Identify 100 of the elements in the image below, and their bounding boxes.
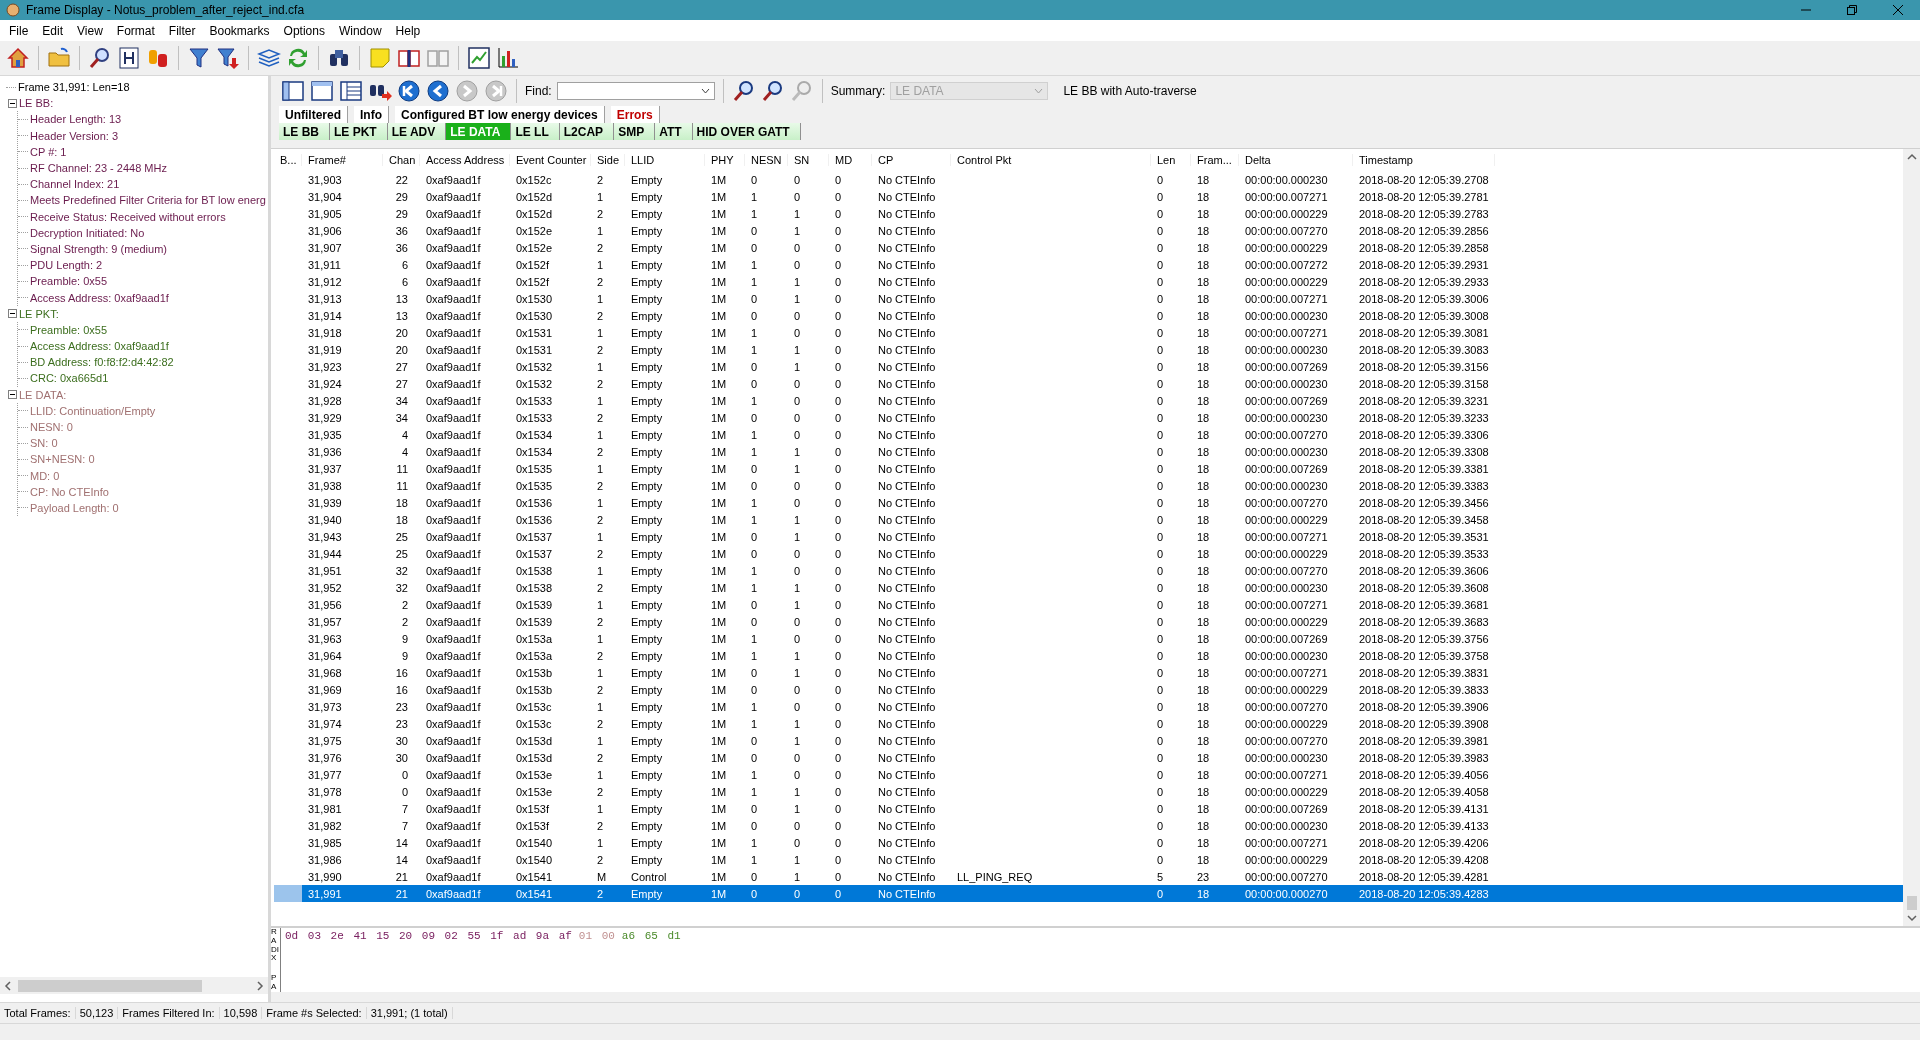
- table-row[interactable]: 31,986 14 0xaf9aad1f 0x1540 2 Empty 1M 1 1 0 No CTEInfo 0 18 00:00:00.000229 2018-08-20 12:05:39.4208: [274, 851, 1903, 868]
- table-row[interactable]: 31,977 0 0xaf9aad1f 0x153e 1 Empty 1M 1 0 0 No CTEInfo 0 18 00:00:00.007271 2018-08-20 12:05:39.4056: [274, 766, 1903, 783]
- tree-item[interactable]: Decryption Initiated: No: [30, 226, 145, 239]
- column-header[interactable]: NESN: [745, 154, 788, 166]
- filter-tab[interactable]: Errors: [610, 106, 660, 123]
- table-row[interactable]: 31,938 11 0xaf9aad1f 0x1535 2 Empty 1M 0 0 0 No CTEInfo 0 18 00:00:00.000230 2018-08-20 12:05:39.3383: [274, 477, 1903, 494]
- column-header[interactable]: Delta: [1239, 154, 1353, 166]
- menu-item[interactable]: Format: [109, 23, 162, 38]
- table-row[interactable]: 31,912 6 0xaf9aad1f 0x152f 2 Empty 1M 1 1 0 No CTEInfo 0 18 00:00:00.000229 2018-08-20 12:05:39.2933: [274, 273, 1903, 290]
- table-row[interactable]: 31,929 34 0xaf9aad1f 0x1533 2 Empty 1M 0 0 0 No CTEInfo 0 18 00:00:00.000230 2018-08-20 12:05:39.3233: [274, 409, 1903, 426]
- tree-item[interactable]: LE PKT:: [19, 307, 59, 320]
- table-row[interactable]: 31,924 27 0xaf9aad1f 0x1532 2 Empty 1M 0 0 0 No CTEInfo 0 18 00:00:00.000230 2018-08-20 12:05:39.3158: [274, 375, 1903, 392]
- table-row[interactable]: 31,936 4 0xaf9aad1f 0x1534 2 Empty 1M 1 1 0 No CTEInfo 0 18 00:00:00.000230 2018-08-20 12:05:39.3308: [274, 443, 1903, 460]
- table-row[interactable]: 31,928 34 0xaf9aad1f 0x1533 1 Empty 1M 1 0 0 No CTEInfo 0 18 00:00:00.007269 2018-08-20 12:05:39.3231: [274, 392, 1903, 409]
- table-row[interactable]: 31,963 9 0xaf9aad1f 0x153a 1 Empty 1M 1 0 0 No CTEInfo 0 18 00:00:00.007269 2018-08-20 12:05:39.3756: [274, 630, 1903, 647]
- protocol-tab[interactable]: LE ADV: [387, 123, 447, 140]
- table-row[interactable]: 31,905 29 0xaf9aad1f 0x152d 2 Empty 1M 1 1 0 No CTEInfo 0 18 00:00:00.000229 2018-08-20 12:05:39.2783: [274, 205, 1903, 222]
- protocol-tab[interactable]: SMP: [614, 123, 656, 140]
- tree-item[interactable]: Access Address: 0xaf9aad1f: [30, 340, 169, 353]
- table-row[interactable]: 31,913 13 0xaf9aad1f 0x1530 1 Empty 1M 0 1 0 No CTEInfo 0 18 00:00:00.007271 2018-08-20 12:05:39.3006: [274, 290, 1903, 307]
- table-row[interactable]: 31,985 14 0xaf9aad1f 0x1540 1 Empty 1M 1 0 0 No CTEInfo 0 18 00:00:00.007271 2018-08-20 12:05:39.4206: [274, 834, 1903, 851]
- column-header[interactable]: Side: [591, 154, 625, 166]
- tree-item[interactable]: RF Channel: 23 - 2448 MHz: [30, 162, 167, 175]
- house-icon[interactable]: [6, 46, 30, 70]
- filter-tab[interactable]: Configured BT low energy devices: [395, 106, 605, 123]
- column-header[interactable]: Control Pkt: [951, 154, 1151, 166]
- filter-arrow-icon[interactable]: [216, 46, 240, 70]
- caret-icon[interactable]: [700, 88, 710, 94]
- tree-item[interactable]: BD Address: f0:f8:f2:d4:42:82: [30, 356, 174, 369]
- tree-item[interactable]: Header Length: 13: [30, 113, 122, 126]
- column-header[interactable]: Timestamp: [1353, 154, 1495, 166]
- table-row[interactable]: 31,919 20 0xaf9aad1f 0x1531 2 Empty 1M 1 1 0 No CTEInfo 0 18 00:00:00.000230 2018-08-20 12:05:39.3083: [274, 341, 1903, 358]
- folder-icon[interactable]: [47, 46, 71, 70]
- table-row[interactable]: 31,952 32 0xaf9aad1f 0x1538 2 Empty 1M 1 1 0 No CTEInfo 0 18 00:00:00.000230 2018-08-20 12:05:39.3608: [274, 579, 1903, 596]
- table-row[interactable]: 31,951 32 0xaf9aad1f 0x1538 1 Empty 1M 1 0 0 No CTEInfo 0 18 00:00:00.007270 2018-08-20 12:05:39.3606: [274, 562, 1903, 579]
- tree-item[interactable]: Receive Status: Received without errors: [30, 210, 226, 223]
- scrollbar-thumb[interactable]: [18, 979, 202, 992]
- table-row[interactable]: 31,978 0 0xaf9aad1f 0x153e 2 Empty 1M 1 1 0 No CTEInfo 0 18 00:00:00.000229 2018-08-20 12:05:39.4058: [274, 783, 1903, 800]
- tree-item[interactable]: SN+NESN: 0: [30, 453, 95, 466]
- back-icon[interactable]: [426, 79, 450, 103]
- table-row[interactable]: 31,956 2 0xaf9aad1f 0x1539 1 Empty 1M 0 1 0 No CTEInfo 0 18 00:00:00.007271 2018-08-20 12:05:39.3681: [274, 596, 1903, 613]
- filter-tab[interactable]: Unfiltered: [279, 106, 348, 123]
- protocol-tab[interactable]: LE LL: [511, 123, 560, 140]
- close-icon[interactable]: [1892, 4, 1904, 16]
- protocol-tab[interactable]: HID OVER GATT: [692, 123, 801, 140]
- two-pane-icon[interactable]: [281, 79, 305, 103]
- find-field[interactable]: [556, 82, 715, 100]
- tree-item[interactable]: PDU Length: 2: [30, 259, 103, 272]
- window-pane-icon[interactable]: [310, 79, 334, 103]
- protocol-tab[interactable]: LE BB: [279, 123, 330, 140]
- table-row[interactable]: 31,974 23 0xaf9aad1f 0x153c 2 Empty 1M 1 1 0 No CTEInfo 0 18 00:00:00.000229 2018-08-20 12:05:39.3908: [274, 715, 1903, 732]
- table-row[interactable]: 31,975 30 0xaf9aad1f 0x153d 1 Empty 1M 0 1 0 No CTEInfo 0 18 00:00:00.007270 2018-08-20 12:05:39.3981: [274, 732, 1903, 749]
- tree-item[interactable]: Signal Strength: 9 (medium): [30, 242, 167, 255]
- scroll-left-icon[interactable]: [4, 980, 12, 991]
- column-header[interactable]: Fram...: [1191, 154, 1239, 166]
- tree-item[interactable]: Meets Predefined Filter Criteria for BT low energ: [30, 194, 266, 207]
- table-row[interactable]: 31,937 11 0xaf9aad1f 0x1535 1 Empty 1M 0 1 0 No CTEInfo 0 18 00:00:00.007269 2018-08-20 12:05:39.3381: [274, 460, 1903, 477]
- table-row[interactable]: 31,903 22 0xaf9aad1f 0x152c 2 Empty 1M 0 0 0 No CTEInfo 0 18 00:00:00.000230 2018-08-20 12:05:39.2708: [274, 171, 1903, 188]
- table-row[interactable]: 31,907 36 0xaf9aad1f 0x152e 2 Empty 1M 0 0 0 No CTEInfo 0 18 00:00:00.000229 2018-08-20 12:05:39.2858: [274, 239, 1903, 256]
- table-row[interactable]: 31,944 25 0xaf9aad1f 0x1537 2 Empty 1M 0 0 0 No CTEInfo 0 18 00:00:00.000229 2018-08-20 12:05:39.3533: [274, 545, 1903, 562]
- tree-item[interactable]: CP #: 1: [30, 145, 67, 158]
- table-row[interactable]: 31,935 4 0xaf9aad1f 0x1534 1 Empty 1M 1 0 0 No CTEInfo 0 18 00:00:00.007270 2018-08-20 12:05:39.3306: [274, 426, 1903, 443]
- layers-icon[interactable]: [257, 46, 281, 70]
- protocol-tab[interactable]: L2CAP: [559, 123, 615, 140]
- collapse-icon[interactable]: [8, 98, 17, 108]
- table-row[interactable]: 31,939 18 0xaf9aad1f 0x1536 1 Empty 1M 1 0 0 No CTEInfo 0 18 00:00:00.007270 2018-08-20 12:05:39.3456: [274, 494, 1903, 511]
- column-header[interactable]: CP: [872, 154, 951, 166]
- tree-item[interactable]: Preamble: 0x55: [30, 275, 108, 288]
- menu-item[interactable]: Bookmarks: [202, 23, 277, 38]
- tree-item[interactable]: SN: 0: [30, 437, 58, 450]
- table-row[interactable]: 31,923 27 0xaf9aad1f 0x1532 1 Empty 1M 0 1 0 No CTEInfo 0 18 00:00:00.007269 2018-08-20 12:05:39.3156: [274, 358, 1903, 375]
- column-header[interactable]: Event Counter: [510, 154, 591, 166]
- table-row[interactable]: 31,943 25 0xaf9aad1f 0x1537 1 Empty 1M 0 1 0 No CTEInfo 0 18 00:00:00.007271 2018-08-20 12:05:39.3531: [274, 528, 1903, 545]
- menu-item[interactable]: Window: [331, 23, 389, 38]
- table-row[interactable]: 31,981 7 0xaf9aad1f 0x153f 1 Empty 1M 0 1 0 No CTEInfo 0 18 00:00:00.007269 2018-08-20 12:05:39.4131: [274, 800, 1903, 817]
- tree-item[interactable]: CRC: 0xa665d1: [30, 372, 109, 385]
- column-header[interactable]: B...: [274, 154, 302, 166]
- menu-item[interactable]: Options: [276, 23, 332, 38]
- table-row[interactable]: 31,990 21 0xaf9aad1f 0x1541 M Control 1M 0 1 0 No CTEInfo LL_PING_REQ 5 23 00:00:00.007270 2018-08-20 12:05:39.4281: [274, 868, 1903, 885]
- tree-item[interactable]: Preamble: 0x55: [30, 323, 108, 336]
- protocol-tab[interactable]: ATT: [655, 123, 693, 140]
- column-header[interactable]: LLID: [625, 154, 705, 166]
- scroll-down-icon[interactable]: [1906, 914, 1917, 922]
- column-header[interactable]: Chan: [383, 154, 420, 166]
- menu-item[interactable]: Edit: [35, 23, 71, 38]
- tree-item[interactable]: MD: 0: [30, 469, 60, 482]
- magnifier-icon[interactable]: [88, 46, 112, 70]
- h-frame-icon[interactable]: [117, 46, 141, 70]
- scroll-up-icon[interactable]: [1906, 153, 1917, 161]
- search-icon[interactable]: [731, 79, 756, 103]
- table-row[interactable]: 31,940 18 0xaf9aad1f 0x1536 2 Empty 1M 1 1 0 No CTEInfo 0 18 00:00:00.000229 2018-08-20 12:05:39.3458: [274, 511, 1903, 528]
- protocol-tab[interactable]: LE PKT: [330, 123, 388, 140]
- table-row[interactable]: 31,991 21 0xaf9aad1f 0x1541 2 Empty 1M 0 0 0 No CTEInfo 0 18 00:00:00.000270 2018-08-20 12:05:39.4283: [274, 885, 1903, 902]
- table-row[interactable]: 31,982 7 0xaf9aad1f 0x153f 2 Empty 1M 0 0 0 No CTEInfo 0 18 00:00:00.000230 2018-08-20 12:05:39.4133: [274, 817, 1903, 834]
- restore-icon[interactable]: [1846, 4, 1858, 16]
- scrollbar-thumb[interactable]: [1906, 896, 1917, 910]
- table-row[interactable]: 31,914 13 0xaf9aad1f 0x1530 2 Empty 1M 0 0 0 No CTEInfo 0 18 00:00:00.000230 2018-08-20 12:05:39.3008: [274, 307, 1903, 324]
- table-row[interactable]: 31,957 2 0xaf9aad1f 0x1539 2 Empty 1M 0 0 0 No CTEInfo 0 18 00:00:00.000229 2018-08-20 12:05:39.3683: [274, 613, 1903, 630]
- collapse-icon[interactable]: [8, 390, 17, 400]
- tree-item[interactable]: Access Address: 0xaf9aad1f: [30, 291, 169, 304]
